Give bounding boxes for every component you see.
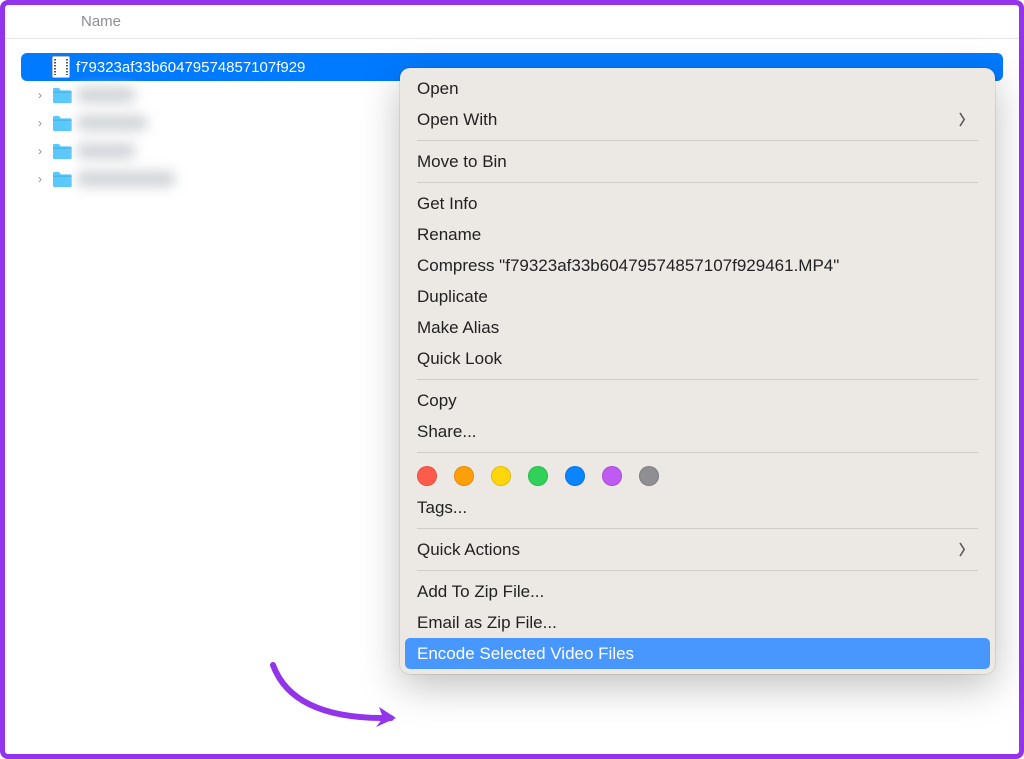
menu-label: Copy: [417, 391, 457, 411]
disclosure-triangle-icon[interactable]: ›: [34, 88, 46, 102]
menu-item[interactable]: Open With 〉: [400, 104, 995, 135]
menu-label: Email as Zip File...: [417, 613, 557, 633]
file-name-redacted: [76, 143, 136, 159]
menu-item[interactable]: Share...: [400, 416, 995, 447]
menu-item[interactable]: Move to Bin: [400, 146, 995, 177]
menu-separator: [417, 140, 978, 141]
disclosure-triangle-icon[interactable]: ›: [34, 144, 46, 158]
file-name: f79323af33b60479574857107f929: [76, 59, 305, 76]
menu-label: Quick Actions: [417, 540, 520, 560]
menu-separator: [417, 570, 978, 571]
menu-label: Duplicate: [417, 287, 488, 307]
chevron-right-icon: 〉: [959, 540, 973, 560]
file-name-redacted: [76, 115, 148, 131]
menu-item[interactable]: Duplicate: [400, 281, 995, 312]
folder-icon: [50, 112, 72, 134]
menu-label: Compress "f79323af33b60479574857107f9294…: [417, 256, 839, 276]
menu-label: Open: [417, 79, 459, 99]
menu-separator: [417, 182, 978, 183]
menu-item[interactable]: Open: [400, 73, 995, 104]
menu-label: Quick Look: [417, 349, 502, 369]
menu-item[interactable]: Copy: [400, 385, 995, 416]
disclosure-triangle-icon[interactable]: ›: [34, 172, 46, 186]
tag-color-dot[interactable]: [491, 466, 511, 486]
menu-item-tags[interactable]: Tags...: [400, 492, 995, 523]
menu-item[interactable]: Quick Look: [400, 343, 995, 374]
menu-item-quick-actions[interactable]: Quick Actions 〉: [400, 534, 995, 565]
menu-label: Make Alias: [417, 318, 499, 338]
column-header[interactable]: Name: [5, 5, 1019, 39]
menu-separator: [417, 379, 978, 380]
annotation-arrow: [263, 660, 418, 740]
menu-label: Share...: [417, 422, 477, 442]
name-column-header[interactable]: Name: [81, 13, 121, 30]
menu-item[interactable]: Add To Zip File...: [400, 576, 995, 607]
video-file-icon: [50, 56, 72, 78]
disclosure-triangle-icon[interactable]: ›: [34, 116, 46, 130]
menu-label: Open With: [417, 110, 497, 130]
tag-color-dot[interactable]: [417, 466, 437, 486]
menu-label: Move to Bin: [417, 152, 507, 172]
tag-color-dot[interactable]: [639, 466, 659, 486]
chevron-right-icon: 〉: [959, 110, 973, 130]
tag-color-dot[interactable]: [454, 466, 474, 486]
tag-color-row: [400, 458, 995, 492]
file-name-redacted: [76, 87, 136, 103]
menu-item[interactable]: Get Info: [400, 188, 995, 219]
menu-separator: [417, 528, 978, 529]
menu-label: Encode Selected Video Files: [417, 644, 634, 664]
folder-icon: [50, 140, 72, 162]
tag-color-dot[interactable]: [602, 466, 622, 486]
context-menu: Open Open With 〉 Move to Bin Get Info Rename C…: [400, 68, 995, 674]
menu-separator: [417, 452, 978, 453]
tag-color-dot[interactable]: [528, 466, 548, 486]
menu-label: Add To Zip File...: [417, 582, 544, 602]
tag-color-dot[interactable]: [565, 466, 585, 486]
menu-item[interactable]: Compress "f79323af33b60479574857107f9294…: [400, 250, 995, 281]
menu-label: Tags...: [417, 498, 467, 518]
menu-item-encode-video[interactable]: Encode Selected Video Files: [405, 638, 990, 669]
folder-icon: [50, 168, 72, 190]
menu-item[interactable]: Rename: [400, 219, 995, 250]
menu-label: Rename: [417, 225, 481, 245]
menu-item[interactable]: Email as Zip File...: [400, 607, 995, 638]
menu-item[interactable]: Make Alias: [400, 312, 995, 343]
folder-icon: [50, 84, 72, 106]
file-name-redacted: [76, 171, 176, 187]
menu-label: Get Info: [417, 194, 477, 214]
